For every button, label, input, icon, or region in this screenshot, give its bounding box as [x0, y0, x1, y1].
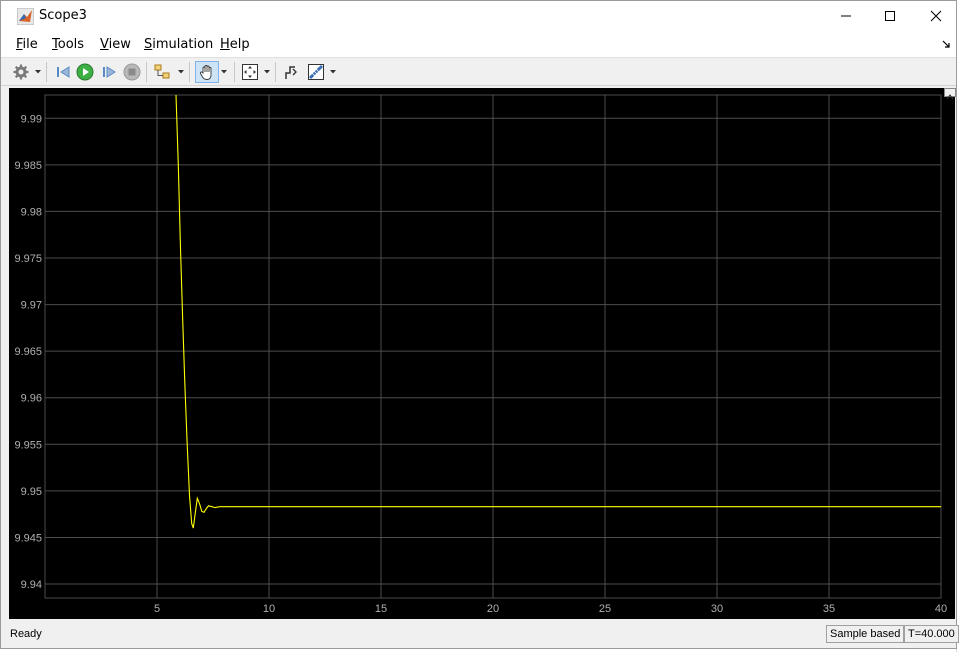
status-bar: Ready Sample based T=40.000	[1, 622, 959, 648]
toolbar-separator	[146, 62, 147, 82]
step-forward-icon	[103, 66, 116, 78]
step-back-icon	[57, 66, 70, 78]
toolbar-separator	[189, 62, 190, 82]
x-tick-label: 30	[711, 603, 723, 615]
y-tick-label: 9.96	[21, 393, 42, 405]
y-tick-label: 9.94	[21, 579, 42, 591]
pan-hand-icon	[199, 64, 212, 80]
series-line	[175, 95, 941, 529]
menu-help[interactable]: Help	[220, 37, 250, 52]
background-model-edge	[956, 0, 966, 652]
toolbar-separator	[234, 62, 235, 82]
maximize-icon	[885, 11, 895, 21]
x-tick-label: 15	[375, 603, 387, 615]
y-tick-label: 9.965	[14, 346, 42, 358]
status-text: Ready	[10, 628, 42, 640]
triggers-button[interactable]	[280, 61, 302, 83]
window-title: Scope3	[39, 8, 87, 23]
x-tick-label: 20	[487, 603, 499, 615]
x-tick-label: 35	[823, 603, 835, 615]
settings-gear-icon	[13, 64, 29, 80]
chevron-down-icon	[221, 70, 227, 74]
close-button[interactable]	[913, 1, 959, 31]
scope-window: Scope3 File Tools View Simulation Help 9…	[0, 0, 959, 649]
x-tick-label: 10	[263, 603, 275, 615]
pan-button[interactable]	[195, 61, 219, 83]
y-tick-label: 9.95	[21, 486, 42, 498]
y-tick-label: 9.99	[21, 113, 42, 125]
title-bar[interactable]: Scope3	[1, 1, 956, 32]
stop-icon	[123, 63, 141, 81]
zoom-fit-button[interactable]	[239, 61, 261, 83]
measurements-icon	[308, 64, 324, 80]
x-tick-label: 25	[599, 603, 611, 615]
step-back-button[interactable]	[53, 61, 73, 83]
menu-file[interactable]: File	[16, 37, 38, 52]
chevron-down-icon	[35, 70, 41, 74]
menu-view[interactable]: View	[100, 37, 131, 52]
step-forward-button[interactable]	[99, 61, 119, 83]
measurements-button[interactable]	[305, 61, 327, 83]
y-tick-label: 9.945	[14, 532, 42, 544]
status-time: T=40.000	[904, 625, 959, 643]
chevron-down-icon	[264, 70, 270, 74]
toolbar	[1, 57, 956, 86]
stop-button[interactable]	[122, 61, 142, 83]
x-tick-label: 5	[154, 603, 160, 615]
restore-legend-button[interactable]	[944, 88, 956, 100]
matlab-app-icon	[17, 8, 34, 25]
settings-button[interactable]	[11, 61, 31, 83]
highlight-block-button[interactable]	[152, 61, 174, 83]
y-tick-label: 9.955	[14, 439, 42, 451]
minimize-button[interactable]	[823, 1, 869, 31]
chevron-down-icon	[330, 70, 336, 74]
triggers-icon	[285, 65, 297, 79]
y-tick-label: 9.985	[14, 160, 42, 172]
status-mode: Sample based	[826, 625, 905, 643]
maximize-button[interactable]	[867, 1, 913, 31]
menu-bar: File Tools View Simulation Help	[1, 32, 956, 57]
dock-arrow-icon[interactable]	[942, 40, 950, 48]
minimize-icon	[841, 15, 851, 17]
highlight-block-icon	[154, 64, 170, 79]
expand-icon	[946, 94, 954, 100]
y-tick-label: 9.97	[21, 300, 42, 312]
zoom-fit-icon	[242, 64, 258, 80]
menu-tools[interactable]: Tools	[52, 37, 84, 52]
run-icon	[76, 63, 94, 81]
toolbar-separator	[275, 62, 276, 82]
highlight-dropdown[interactable]	[177, 61, 185, 83]
x-tick-label: 40	[935, 603, 947, 615]
toolbar-separator	[46, 62, 47, 82]
settings-dropdown[interactable]	[34, 61, 42, 83]
scope-plot[interactable]: 9.94 9.945 9.95 9.955 9.96 9.965 9.97 9.975 9.98…	[9, 88, 955, 619]
chevron-down-icon	[178, 70, 184, 74]
zoom-dropdown[interactable]	[263, 61, 271, 83]
run-button[interactable]	[75, 61, 95, 83]
pan-dropdown[interactable]	[220, 61, 228, 83]
y-tick-label: 9.98	[21, 206, 42, 218]
menu-simulation[interactable]: Simulation	[144, 37, 213, 52]
y-tick-label: 9.975	[14, 253, 42, 265]
close-icon	[930, 10, 942, 22]
measurements-dropdown[interactable]	[329, 61, 337, 83]
